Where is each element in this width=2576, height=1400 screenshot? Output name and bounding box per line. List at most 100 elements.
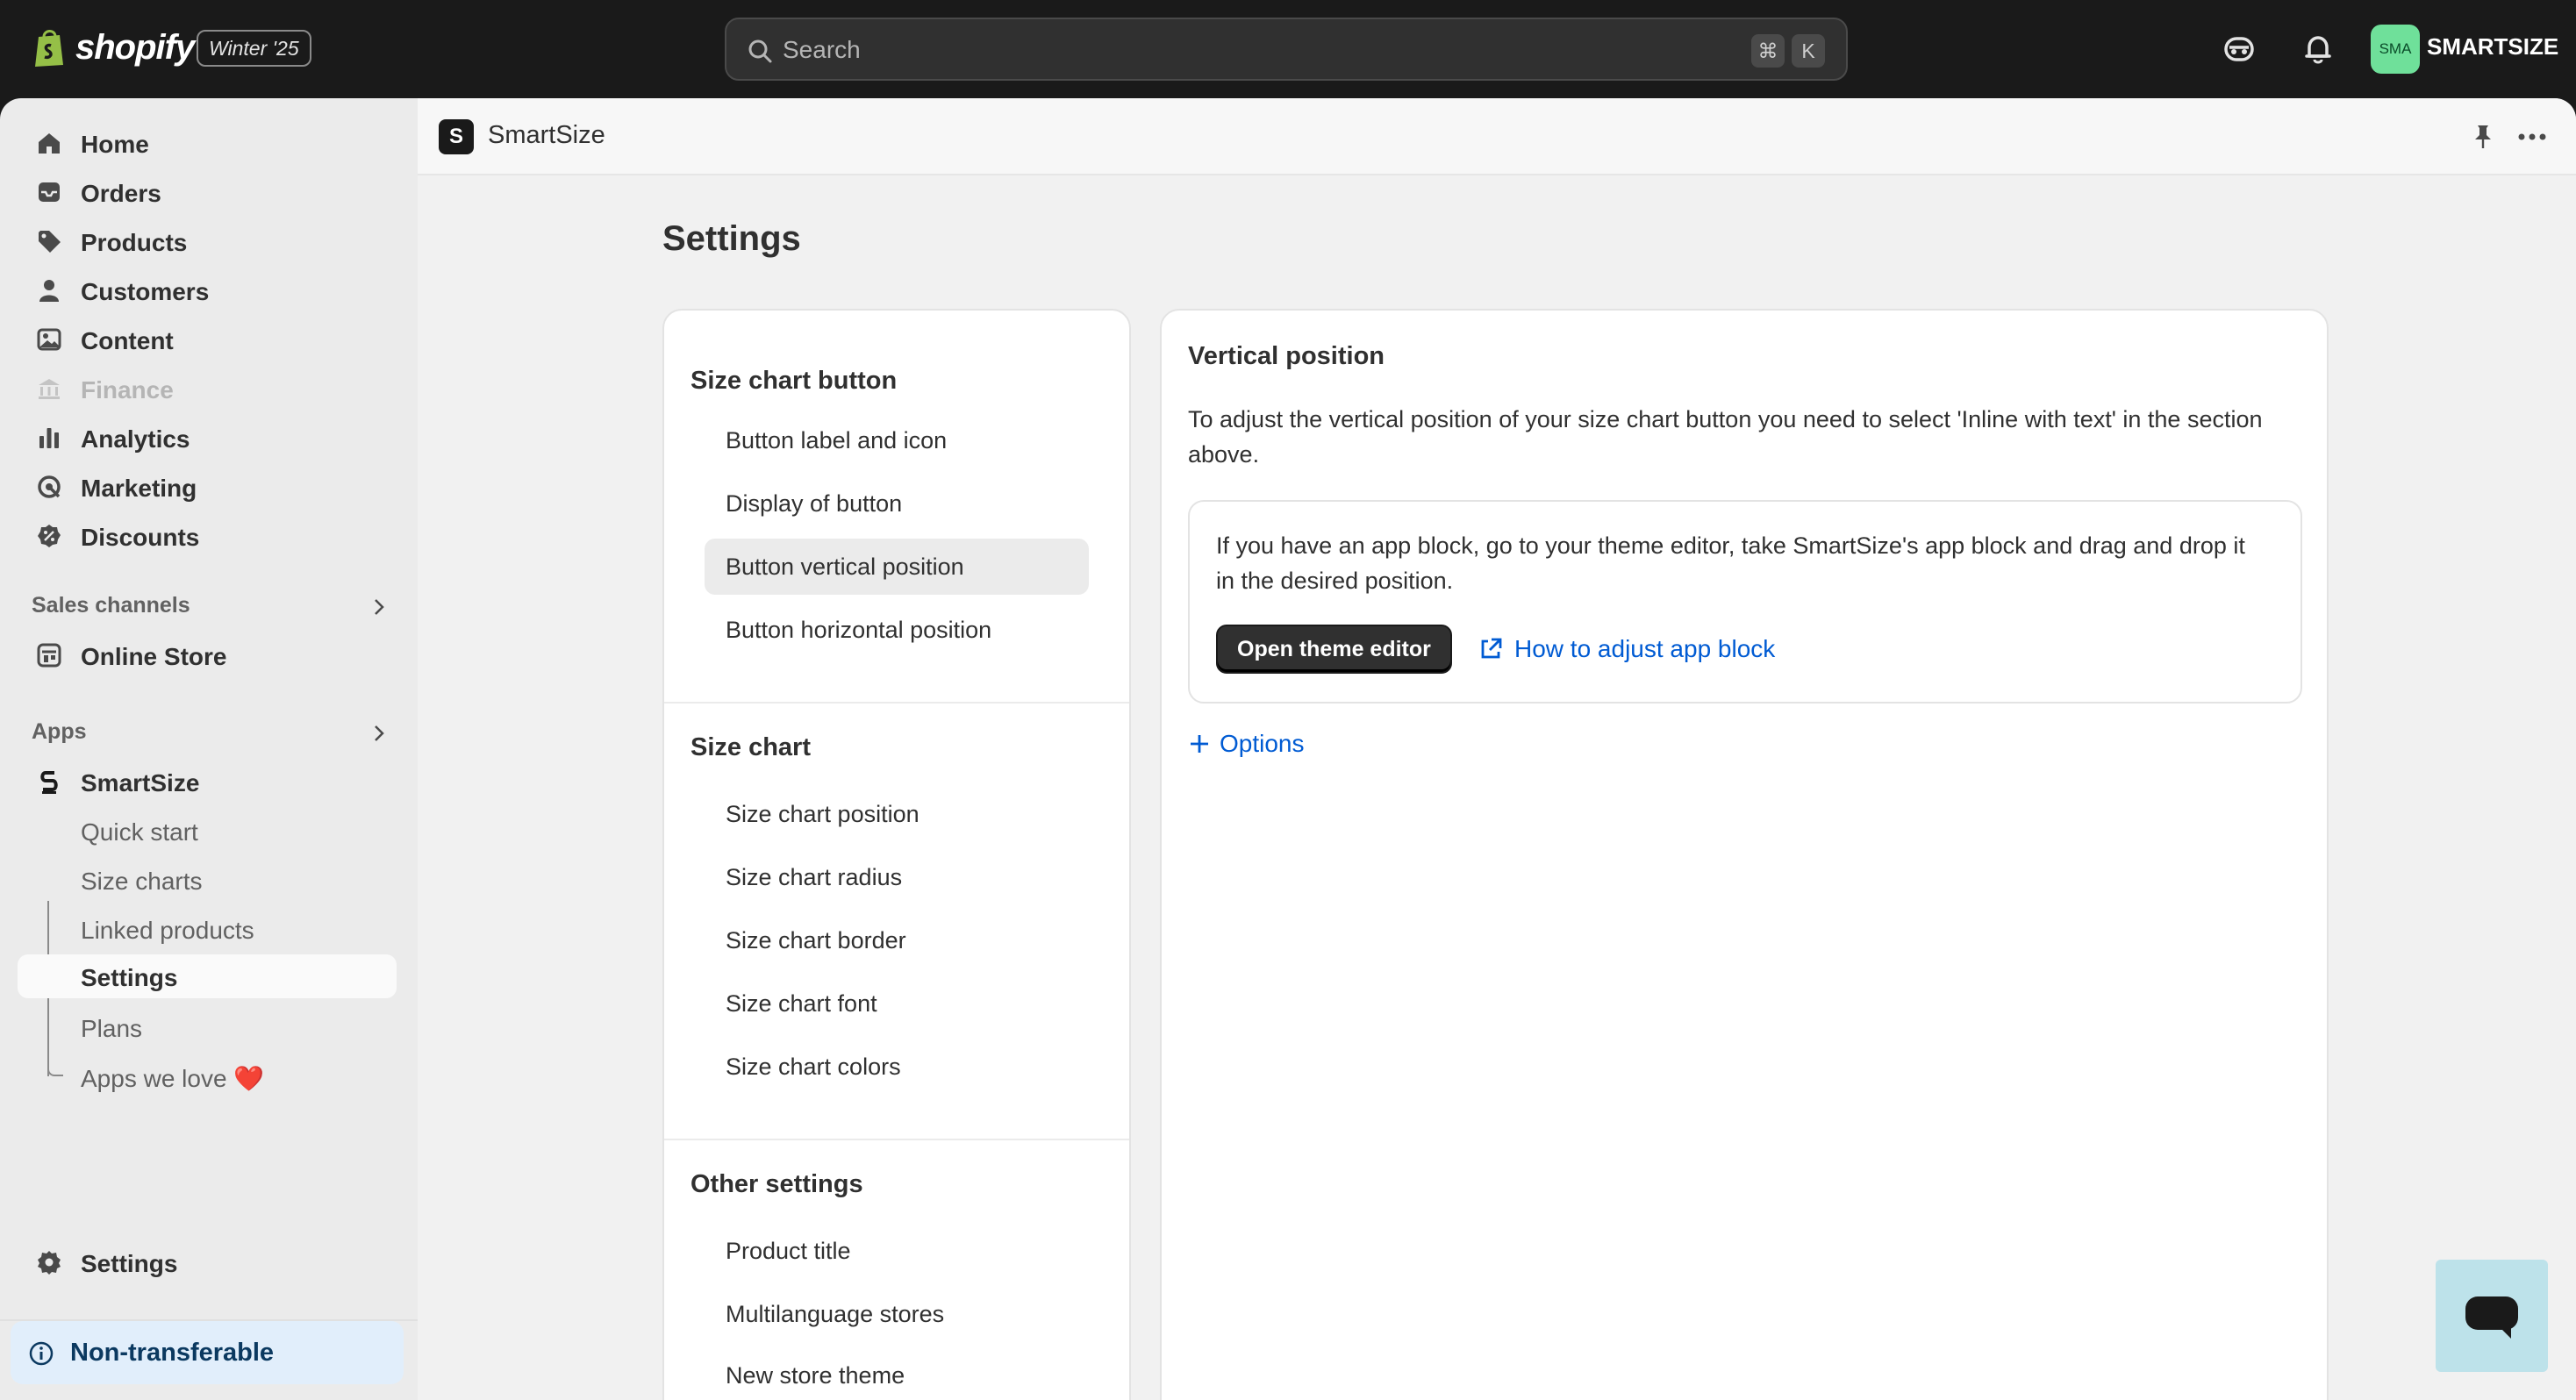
- search-bar[interactable]: Search ⌘ K: [725, 18, 1848, 81]
- bell-icon[interactable]: [2301, 32, 2336, 67]
- menu-item-size-chart-font[interactable]: Size chart font: [705, 975, 1089, 1032]
- menu-item-label: New store theme: [726, 1362, 905, 1389]
- options-toggle[interactable]: Options: [1188, 730, 1305, 758]
- top-bar: shopify Winter '25 Search ⌘ K SMA SMARTS…: [0, 0, 2576, 98]
- menu-item-label: Product title: [726, 1238, 851, 1264]
- menu-item-label: Button label and icon: [726, 427, 948, 454]
- smartsize-app-icon: [40, 771, 58, 794]
- sidebar: Home Orders Products Customers Content F…: [0, 98, 418, 1400]
- menu-item-button-horizontal-position[interactable]: Button horizontal position: [705, 602, 1089, 658]
- menu-item-size-chart-radius[interactable]: Size chart radius: [705, 849, 1089, 905]
- store-avatar[interactable]: SMA: [2371, 25, 2420, 74]
- chevron-right-icon[interactable]: [369, 723, 390, 744]
- sidebar-item-products[interactable]: Products: [18, 219, 397, 263]
- sidebar-item-discounts[interactable]: Discounts: [18, 514, 397, 558]
- group-title: Size chart button: [691, 367, 898, 395]
- menu-item-label: Size chart border: [726, 927, 906, 954]
- shortcut-k-key: K: [1792, 34, 1825, 68]
- menu-item-label: Size chart font: [726, 990, 877, 1017]
- sidebar-subitem-linked-products[interactable]: Linked products: [18, 907, 397, 951]
- menu-item-size-chart-border[interactable]: Size chart border: [705, 912, 1089, 968]
- sidebar-subitem-plans[interactable]: Plans: [18, 1005, 397, 1049]
- person-icon: [39, 280, 59, 302]
- sidebar-item-label: Analytics: [81, 425, 190, 453]
- menu-item-label: Size chart radius: [726, 864, 903, 890]
- orders-icon: [39, 182, 60, 202]
- sidebar-item-online-store[interactable]: Online Store: [18, 633, 397, 677]
- sidebar-item-content[interactable]: Content: [18, 318, 397, 361]
- search-icon: [748, 39, 772, 63]
- menu-item-button-label-and-icon[interactable]: Button label and icon: [705, 412, 1089, 468]
- sidebar-item-label: Online Store: [81, 643, 227, 670]
- smartsize-logo: S: [439, 119, 474, 154]
- menu-item-size-chart-position[interactable]: Size chart position: [705, 786, 1089, 842]
- sidebar-item-marketing[interactable]: Marketing: [18, 465, 397, 509]
- bank-icon: [39, 379, 60, 399]
- sidebar-item-label: Products: [81, 229, 188, 256]
- group-divider: [664, 702, 1129, 704]
- menu-item-label: Button horizontal position: [726, 617, 992, 643]
- sidebar-item-label: Home: [81, 131, 149, 158]
- sidebar-item-label: Finance: [81, 376, 174, 404]
- sidekick-icon[interactable]: [2222, 32, 2257, 67]
- menu-item-product-title[interactable]: Product title: [705, 1223, 1089, 1279]
- open-theme-editor-button[interactable]: Open theme editor: [1216, 625, 1452, 674]
- shopify-logo[interactable]: shopify: [32, 26, 195, 68]
- sidebar-item-orders[interactable]: Orders: [18, 170, 397, 214]
- vertical-position-card: Vertical position To adjust the vertical…: [1160, 309, 2329, 1400]
- how-to-adjust-link[interactable]: How to adjust app block: [1478, 635, 1775, 663]
- menu-item-multilanguage-stores[interactable]: Multilanguage stores: [705, 1286, 1089, 1342]
- app-title: SmartSize: [488, 121, 605, 149]
- store-name[interactable]: SMARTSIZE: [2427, 33, 2558, 61]
- sidebar-item-settings[interactable]: Settings: [18, 1240, 397, 1284]
- target-icon: [38, 475, 61, 498]
- options-label: Options: [1220, 730, 1305, 757]
- sidebar-item-label: Settings: [81, 1250, 178, 1277]
- gear-icon: [38, 1251, 61, 1275]
- menu-item-display-of-button[interactable]: Display of button: [705, 475, 1089, 532]
- chat-bubble-icon: [2465, 1296, 2518, 1339]
- sidebar-item-customers[interactable]: Customers: [18, 268, 397, 312]
- group-title: Other settings: [691, 1170, 863, 1198]
- sidebar-item-label: Apps we love ❤️: [81, 1065, 265, 1092]
- sidebar-item-label: SmartSize: [81, 769, 200, 796]
- sidebar-item-home[interactable]: Home: [18, 121, 397, 165]
- more-options-icon[interactable]: [2515, 121, 2550, 153]
- sidebar-subitem-apps-we-love[interactable]: Apps we love ❤️: [18, 1054, 397, 1098]
- sidebar-item-smartsize[interactable]: SmartSize: [18, 760, 397, 804]
- main-content: S SmartSize Settings Size chart button B…: [418, 98, 2576, 1400]
- sidebar-item-label: Quick start: [81, 818, 198, 846]
- sidebar-item-analytics[interactable]: Analytics: [18, 416, 397, 460]
- pin-icon[interactable]: [2467, 121, 2499, 153]
- sidebar-item-label: Marketing: [81, 475, 197, 502]
- menu-item-size-chart-colors[interactable]: Size chart colors: [705, 1039, 1089, 1095]
- menu-item-new-store-theme[interactable]: New store theme: [705, 1347, 1089, 1400]
- sidebar-subitem-quick-start[interactable]: Quick start: [18, 809, 397, 853]
- sidebar-item-finance[interactable]: Finance: [18, 367, 397, 411]
- chevron-right-icon[interactable]: [369, 596, 390, 618]
- non-transferable-label: Non-transferable: [70, 1339, 275, 1367]
- sidebar-subitem-size-charts[interactable]: Size charts: [18, 858, 397, 902]
- section-description: To adjust the vertical position of your …: [1188, 406, 2263, 468]
- image-icon: [37, 328, 61, 351]
- plus-icon: [1191, 735, 1208, 753]
- app-block-info-box: If you have an app block, go to your the…: [1188, 500, 2302, 704]
- chat-widget-button[interactable]: [2436, 1260, 2548, 1372]
- apps-heading[interactable]: Apps: [32, 719, 87, 745]
- home-icon: [39, 133, 60, 154]
- brand-wordmark: shopify: [75, 27, 195, 67]
- external-link-icon: [1481, 638, 1502, 659]
- non-transferable-banner[interactable]: Non-transferable: [11, 1321, 404, 1384]
- sidebar-item-label: Discounts: [81, 524, 200, 551]
- section-title: Vertical position: [1188, 342, 1385, 370]
- sidebar-subitem-settings[interactable]: Settings: [18, 954, 397, 998]
- shortcut-command-key: ⌘: [1751, 34, 1785, 68]
- edition-badge[interactable]: Winter '25: [197, 30, 311, 67]
- sidebar-item-label: Linked products: [81, 917, 254, 944]
- sales-channels-heading[interactable]: Sales channels: [32, 593, 190, 618]
- shopify-bag-icon: [35, 30, 63, 67]
- menu-item-label: Button vertical position: [726, 554, 964, 580]
- menu-item-button-vertical-position[interactable]: Button vertical position: [705, 539, 1089, 595]
- menu-item-label: Size chart colors: [726, 1054, 901, 1080]
- discount-icon: [38, 525, 61, 547]
